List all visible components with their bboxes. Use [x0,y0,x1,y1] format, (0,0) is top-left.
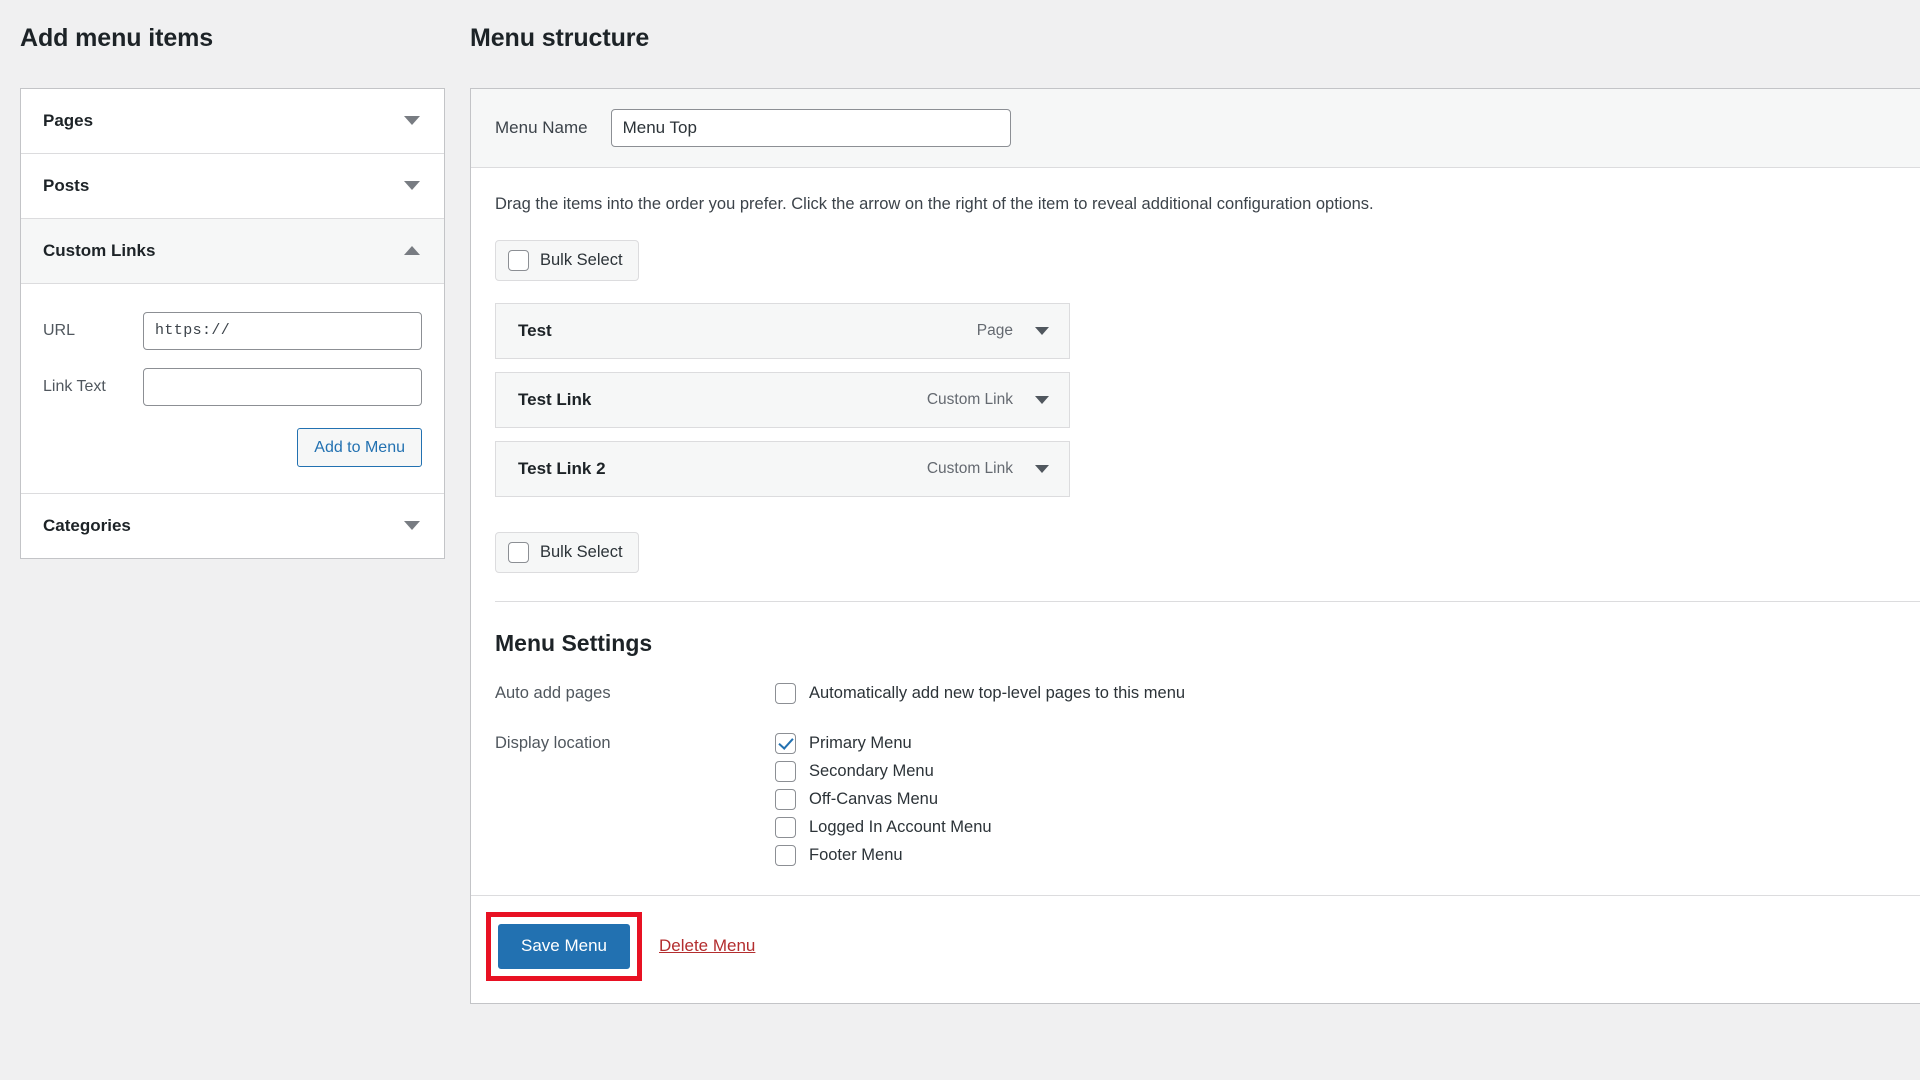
delete-menu-link[interactable]: Delete Menu [659,936,755,956]
menu-name-bar: Menu Name [471,88,1920,168]
bulk-select-label-bottom: Bulk Select [540,543,623,562]
drag-hint-text: Drag the items into the order you prefer… [495,194,1374,213]
add-menu-items-column: Add menu items Pages Posts Custom Links … [20,22,445,559]
accordion-section-pages: Pages [21,88,444,153]
display-location-row: Display location Primary Menu Secondary … [495,733,1920,873]
menu-structure-panel: Menu Name Drag the items into the order … [470,87,1920,1004]
accordion-section-custom-links: Custom Links URL Link Text Add to Menu [21,217,444,493]
add-to-menu-button[interactable]: Add to Menu [297,427,422,467]
auto-add-pages-label: Auto add pages [495,684,611,703]
menu-structure-body: Drag the items into the order you prefer… [471,168,1920,874]
accordion-header-pages[interactable]: Pages [21,88,444,153]
table-row[interactable]: Test Link Custom Link [495,372,1070,429]
location-checkbox-footer-menu[interactable] [775,845,796,867]
location-label-off-canvas-menu: Off-Canvas Menu [809,790,939,809]
settings-divider [495,601,1920,603]
bulk-select-button-top[interactable]: Bulk Select [495,240,639,282]
menu-items-list: Test Page Test Link Custom Link Test Lin… [495,303,1920,498]
chevron-down-icon[interactable] [404,116,420,125]
url-label: URL [43,321,76,339]
location-option-secondary-menu[interactable]: Secondary Menu [775,761,1920,783]
bulk-select-label-top: Bulk Select [540,251,623,270]
save-bar: Save Menu Delete Menu [471,895,1920,1003]
location-label-primary-menu: Primary Menu [809,734,912,753]
add-menu-items-title: Add menu items [20,24,214,52]
menu-name-input[interactable] [610,108,1011,147]
menu-item-type: Custom Link [926,391,1013,409]
chevron-down-icon[interactable] [1035,465,1049,474]
bulk-select-checkbox-bottom[interactable] [508,542,529,564]
menu-structure-title: Menu structure [470,24,650,52]
location-label-secondary-menu: Secondary Menu [809,762,934,781]
auto-add-pages-option[interactable]: Automatically add new top-level pages to… [775,683,1920,705]
add-to-menu-row: Add to Menu [43,427,422,467]
menu-item-title: Test Link [518,390,592,410]
menu-editor-screen: Add menu items Pages Posts Custom Links … [0,0,1920,1080]
location-checkbox-secondary-menu[interactable] [775,761,796,783]
location-option-off-canvas-menu[interactable]: Off-Canvas Menu [775,789,1920,811]
location-option-logged-in-account-menu[interactable]: Logged In Account Menu [775,817,1920,839]
menu-name-label: Menu Name [495,117,588,137]
location-option-footer-menu[interactable]: Footer Menu [775,845,1920,867]
menu-settings-title: Menu Settings [495,630,653,657]
accordion-label-pages: Pages [43,110,94,130]
accordion-header-posts[interactable]: Posts [21,153,444,218]
menu-structure-column: Menu structure Menu Name Drag the items … [470,22,1920,1004]
custom-links-panel: URL Link Text Add to Menu [21,282,444,493]
accordion-header-categories[interactable]: Categories [21,493,444,558]
url-input[interactable] [143,311,422,350]
menu-item-meta: Custom Link [927,391,1049,409]
menu-item-meta: Custom Link [927,460,1049,478]
accordion-label-custom-links: Custom Links [43,240,156,260]
auto-add-pages-row: Auto add pages Automatically add new top… [495,683,1920,711]
location-checkbox-off-canvas-menu[interactable] [775,789,796,811]
location-label-logged-in-account-menu: Logged In Account Menu [809,818,992,837]
chevron-down-icon[interactable] [1035,396,1049,405]
menu-item-title: Test Link 2 [518,459,606,479]
save-button-highlight: Save Menu [486,912,642,981]
accordion-header-custom-links[interactable]: Custom Links [21,218,444,283]
accordion-section-categories: Categories [21,492,444,558]
auto-add-pages-control: Automatically add new top-level pages to… [775,683,1920,711]
chevron-down-icon[interactable] [404,521,420,531]
menu-item-type: Page [976,322,1013,340]
url-field-row: URL [43,311,422,350]
bulk-select-checkbox-top[interactable] [508,250,529,272]
link-text-field-row: Link Text [43,367,422,406]
menu-item-type: Custom Link [926,460,1013,478]
location-option-primary-menu[interactable]: Primary Menu [775,733,1920,755]
chevron-down-icon[interactable] [404,181,420,190]
accordion-section-posts: Posts [21,152,444,218]
auto-add-pages-option-label: Automatically add new top-level pages to… [809,684,1186,703]
auto-add-pages-checkbox[interactable] [775,683,796,705]
add-items-accordion: Pages Posts Custom Links URL https:// Li… [20,87,445,559]
link-text-label: Link Text [43,377,106,395]
menu-item-meta: Page [977,322,1049,340]
link-text-input[interactable] [143,367,422,406]
location-label-footer-menu: Footer Menu [809,846,903,865]
location-checkbox-logged-in-account-menu[interactable] [775,817,796,839]
accordion-label-posts: Posts [43,175,90,195]
location-checkbox-primary-menu[interactable] [775,733,796,755]
menu-item-title: Test [518,321,552,341]
bulk-select-button-bottom[interactable]: Bulk Select [495,532,639,574]
display-location-label: Display location [495,734,611,753]
display-location-control: Primary Menu Secondary Menu Off-Canvas M… [775,733,1920,873]
chevron-down-icon[interactable] [1035,327,1049,336]
save-menu-button[interactable]: Save Menu [498,924,630,969]
table-row[interactable]: Test Page [495,303,1070,360]
table-row[interactable]: Test Link 2 Custom Link [495,441,1070,498]
chevron-up-icon[interactable] [404,246,420,255]
accordion-label-categories: Categories [43,515,131,535]
